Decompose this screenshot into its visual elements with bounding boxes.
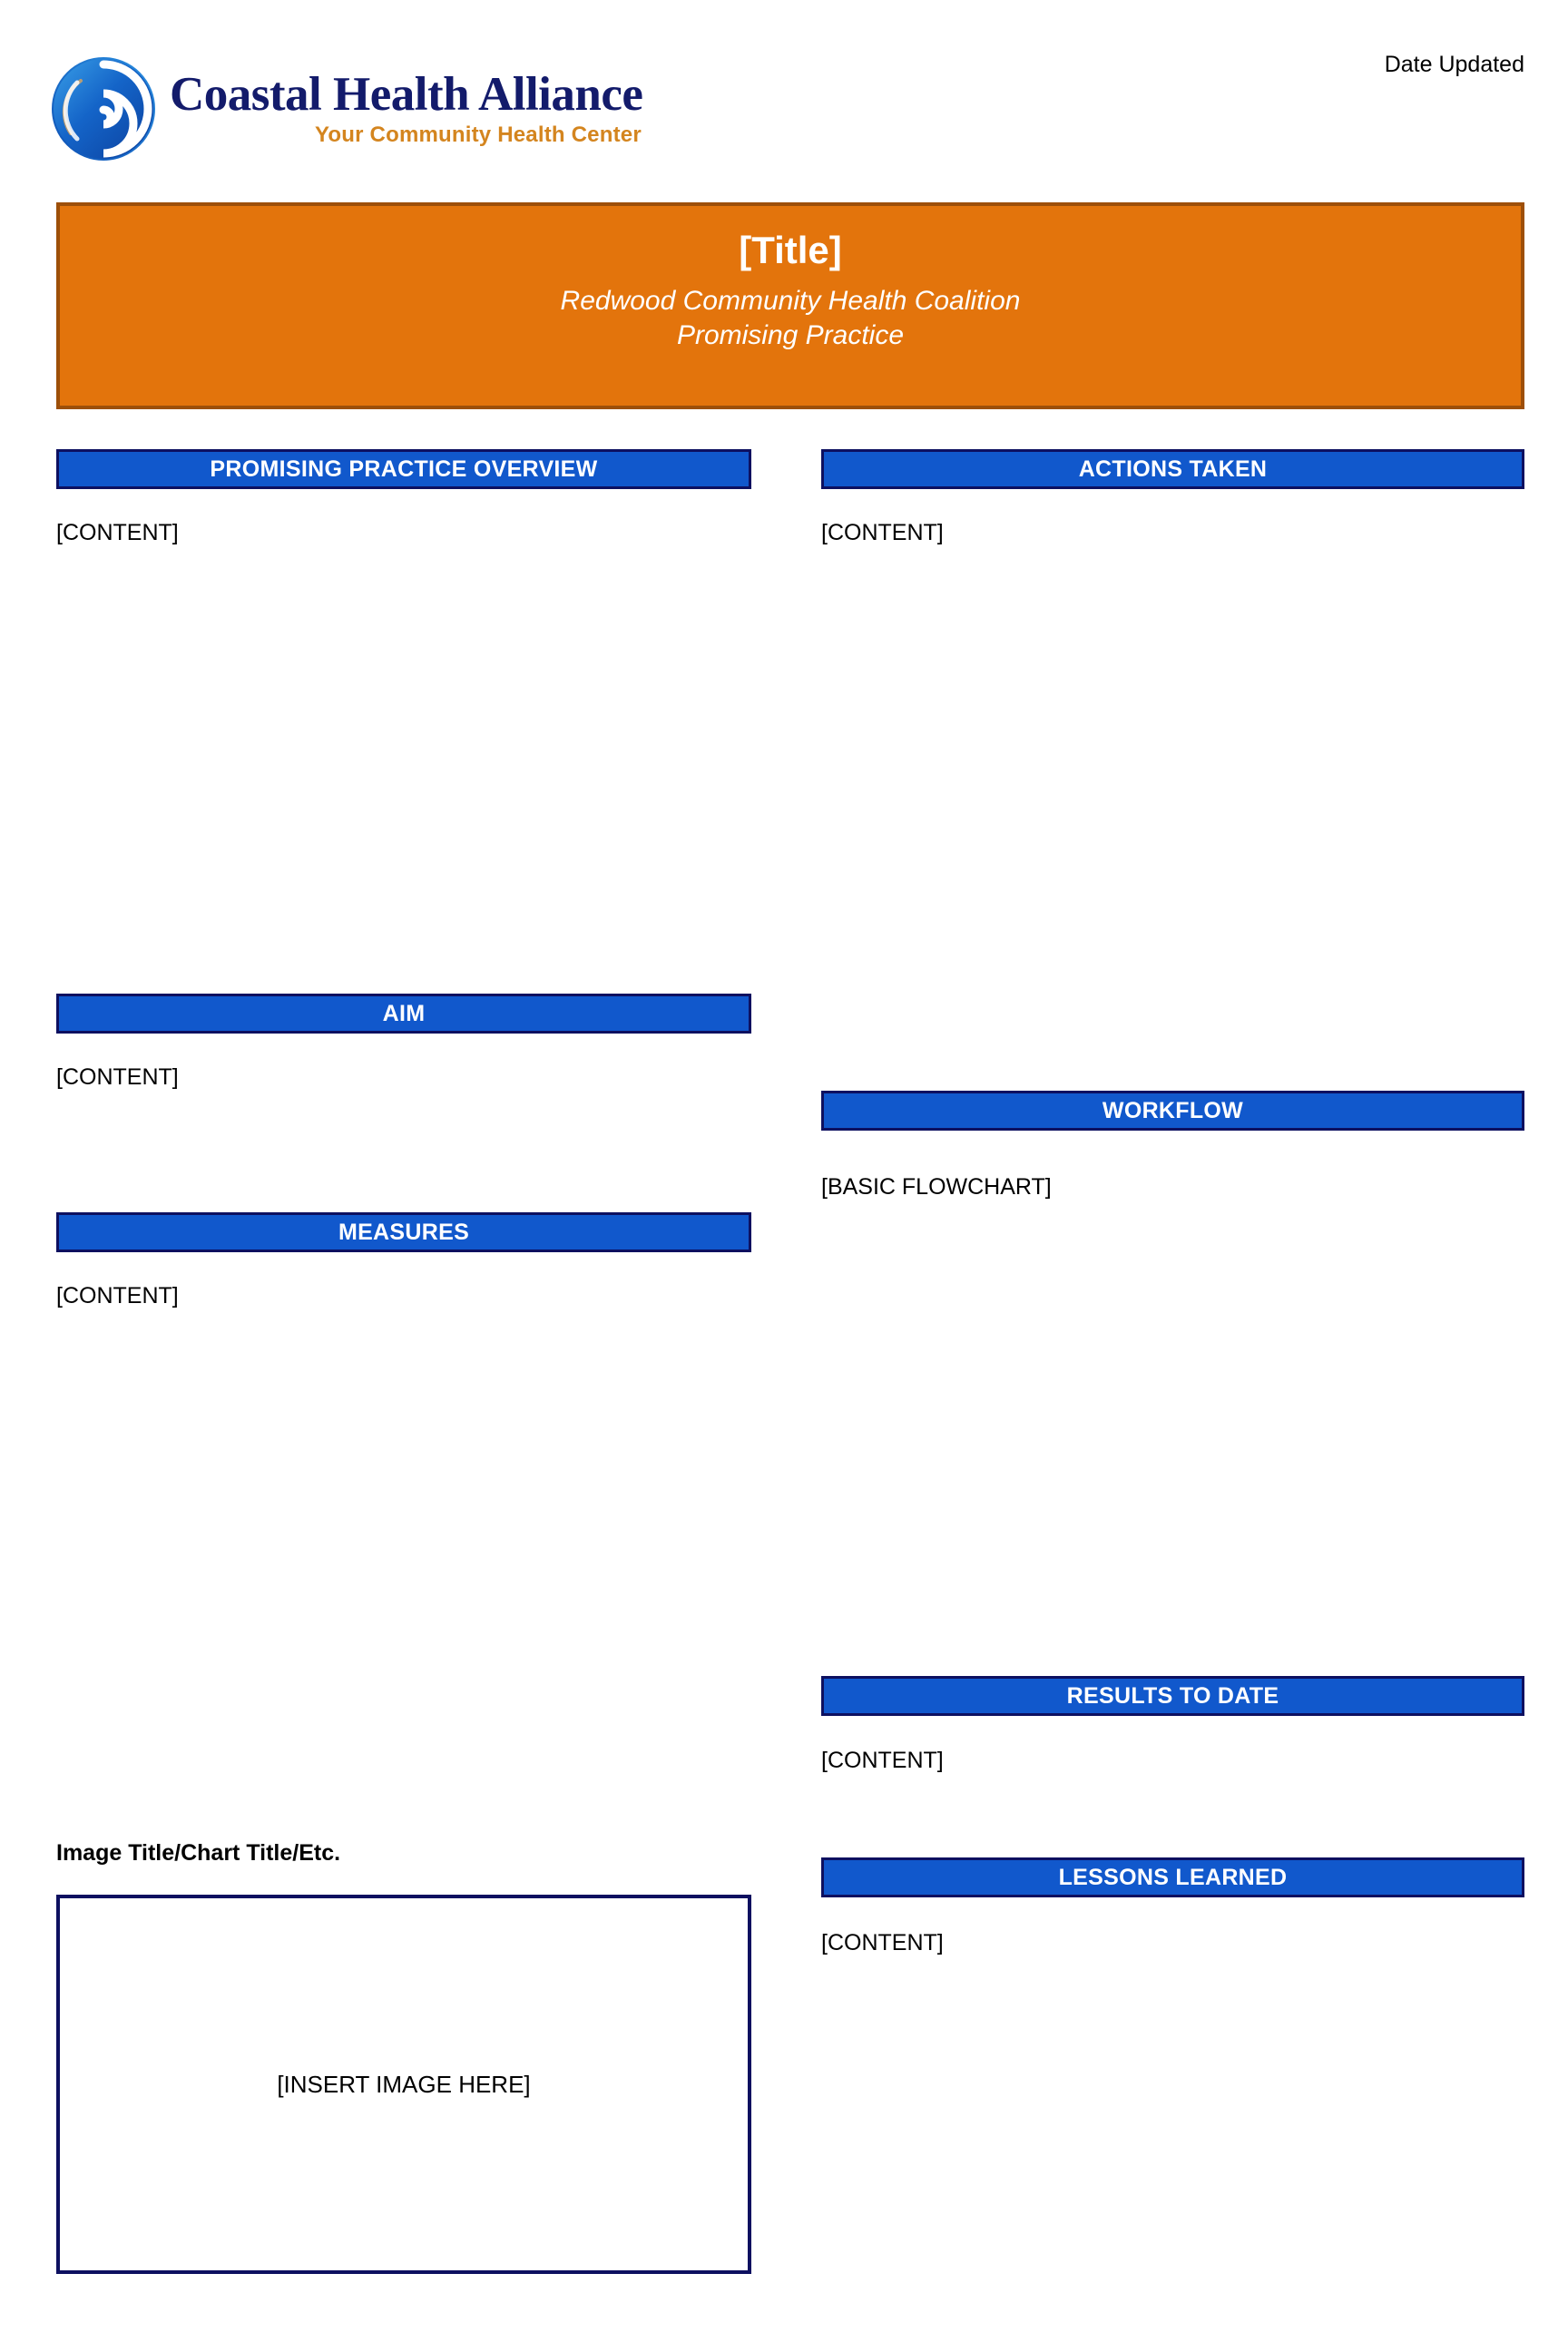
organization-logo: Coastal Health Alliance Your Community H… [50, 45, 685, 172]
logo-wordmark: Coastal Health Alliance Your Community H… [170, 68, 643, 149]
section-header-measures: MEASURES [56, 1212, 751, 1252]
section-body-lessons-learned[interactable]: [CONTENT] [821, 1929, 1524, 1956]
section-body-promising-practice-overview[interactable]: [CONTENT] [56, 519, 751, 546]
section-header-actions-taken: ACTIONS TAKEN [821, 449, 1524, 489]
section-heading-label: PROMISING PRACTICE OVERVIEW [210, 456, 598, 482]
section-header-aim: AIM [56, 994, 751, 1034]
date-updated-label: Date Updated [1384, 52, 1524, 77]
section-header-promising-practice-overview: PROMISING PRACTICE OVERVIEW [56, 449, 751, 489]
section-header-results-to-date: RESULTS TO DATE [821, 1676, 1524, 1716]
section-heading-label: WORKFLOW [1102, 1098, 1244, 1123]
image-caption[interactable]: Image Title/Chart Title/Etc. [56, 1840, 340, 1866]
banner-subtitle-line-1: Redwood Community Health Coalition [560, 286, 1021, 316]
section-body-actions-taken[interactable]: [CONTENT] [821, 519, 1524, 546]
title-banner: [Title] Redwood Community Health Coaliti… [56, 202, 1524, 409]
section-heading-label: LESSONS LEARNED [1058, 1865, 1288, 1890]
section-heading-label: AIM [382, 1001, 426, 1026]
banner-subtitle-line-2: Promising Practice [676, 320, 905, 350]
wave-spiral-icon [50, 55, 157, 162]
image-placeholder-box[interactable]: [INSERT IMAGE HERE] [56, 1895, 751, 2274]
section-heading-label: MEASURES [338, 1220, 470, 1245]
section-body-aim[interactable]: [CONTENT] [56, 1063, 751, 1091]
section-heading-label: RESULTS TO DATE [1066, 1683, 1279, 1709]
logo-tagline: Your Community Health Center [315, 122, 642, 147]
section-header-lessons-learned: LESSONS LEARNED [821, 1857, 1524, 1897]
image-placeholder-label: [INSERT IMAGE HERE] [277, 2071, 531, 2098]
section-body-workflow[interactable]: [BASIC FLOWCHART] [821, 1173, 1524, 1200]
page-title: [Title] [739, 229, 842, 271]
section-body-results-to-date[interactable]: [CONTENT] [821, 1747, 1524, 1774]
promising-practice-template-page: Coastal Health Alliance Your Community H… [0, 0, 1568, 2352]
section-body-measures[interactable]: [CONTENT] [56, 1282, 751, 1309]
section-heading-label: ACTIONS TAKEN [1078, 456, 1268, 482]
section-header-workflow: WORKFLOW [821, 1091, 1524, 1131]
logo-organization-name: Coastal Health Alliance [170, 68, 643, 121]
